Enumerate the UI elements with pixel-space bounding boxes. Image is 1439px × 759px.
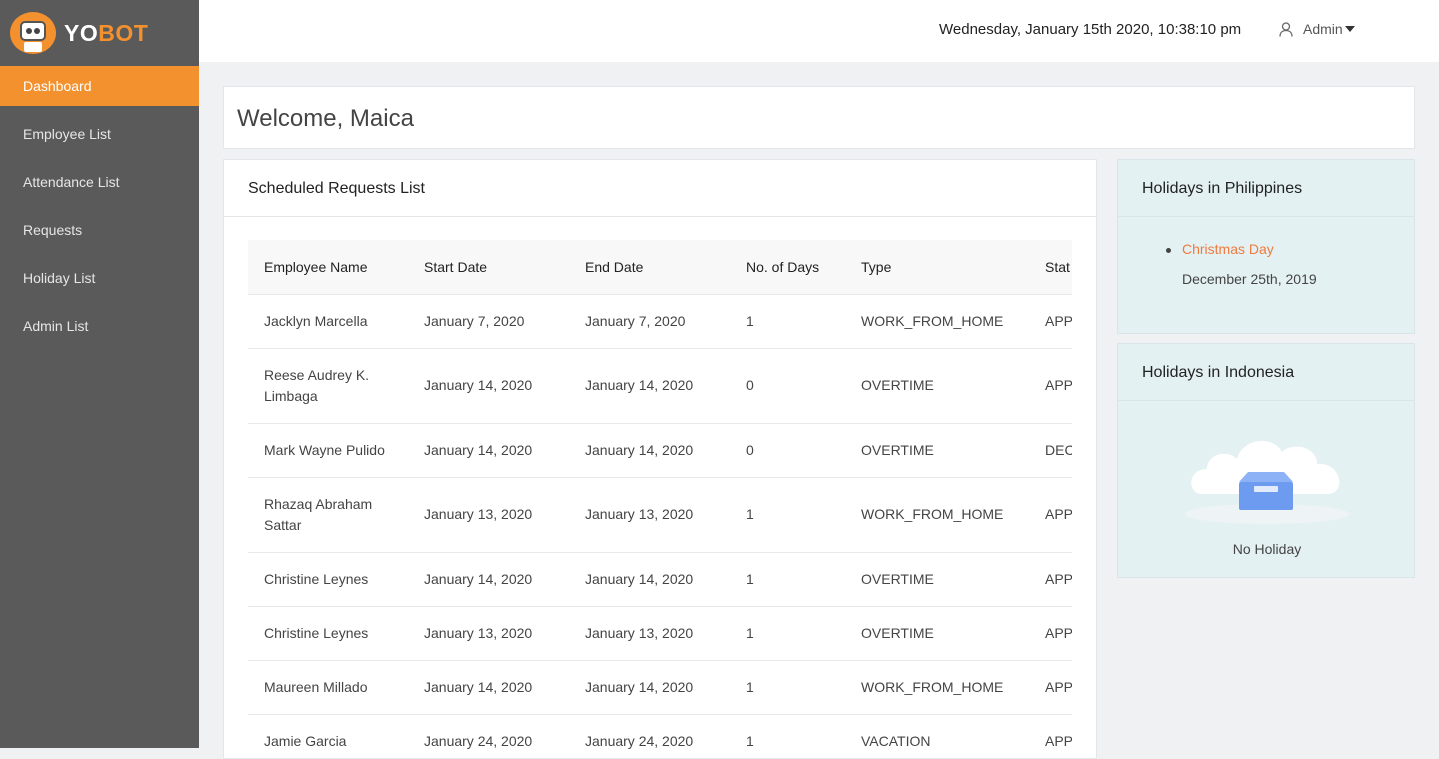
cell-no-of-days: 1 <box>730 294 845 349</box>
sidebar-item-attendance-list[interactable]: Attendance List <box>0 162 199 202</box>
column-header-type[interactable]: Type <box>845 240 1029 295</box>
cell-start-date: January 24, 2020 <box>408 714 569 758</box>
cell-type: OVERTIME <box>845 348 1029 424</box>
welcome-banner: Welcome, Maica <box>223 86 1415 149</box>
sidebar: YOBOT Dashboard Employee List Attendance… <box>0 0 199 748</box>
cell-status: DEC <box>1029 423 1072 478</box>
scheduled-requests-card: Scheduled Requests List Employee Name St… <box>223 159 1097 759</box>
cell-status: APP <box>1029 606 1072 661</box>
brand-name-part-1: YO <box>64 19 99 46</box>
column-header-start-date[interactable]: Start Date <box>408 240 569 295</box>
column-header-end-date[interactable]: End Date <box>569 240 730 295</box>
holidays-indonesia-title: Holidays in Indonesia <box>1118 344 1414 401</box>
sidebar-item-employee-list[interactable]: Employee List <box>0 114 199 154</box>
user-menu[interactable]: Admin <box>1279 21 1355 37</box>
table-row[interactable]: Reese Audrey K. Limbaga January 14, 2020 J… <box>248 348 1072 424</box>
table-row[interactable]: Jamie Garcia January 24, 2020 January 24, … <box>248 714 1072 758</box>
cell-end-date: January 14, 2020 <box>569 348 730 424</box>
sidebar-item-holiday-list[interactable]: Holiday List <box>0 258 199 298</box>
cell-start-date: January 13, 2020 <box>408 477 569 553</box>
cell-type: OVERTIME <box>845 423 1029 478</box>
cell-type: VACATION <box>845 714 1029 758</box>
table-row[interactable]: Rhazaq Abraham Sattar January 13, 2020 Jan… <box>248 477 1072 553</box>
holidays-indonesia-panel: Holidays in Indonesia No Holiday <box>1117 343 1415 578</box>
cell-type: OVERTIME <box>845 606 1029 661</box>
brand-name-part-2: BOT <box>98 19 149 46</box>
caret-down-icon <box>1344 26 1355 32</box>
robot-logo-icon <box>10 12 56 54</box>
cell-end-date: January 14, 2020 <box>569 423 730 478</box>
no-holiday-label: No Holiday <box>1232 541 1302 557</box>
cell-employee-name: Reese Audrey K. Limbaga <box>248 348 408 424</box>
sidebar-item-dashboard[interactable]: Dashboard <box>0 66 199 106</box>
cell-status: APP <box>1029 348 1072 424</box>
list-item: Christmas Day December 25th, 2019 <box>1166 241 1414 287</box>
cell-type: WORK_FROM_HOME <box>845 660 1029 715</box>
cell-end-date: January 24, 2020 <box>569 714 730 758</box>
column-header-no-of-days[interactable]: No. of Days <box>730 240 845 295</box>
table-row[interactable]: Mark Wayne Pulido January 14, 2020 January… <box>248 423 1072 478</box>
cell-status: APP <box>1029 552 1072 607</box>
cell-no-of-days: 0 <box>730 423 845 478</box>
cell-status: APP <box>1029 660 1072 715</box>
empty-box-icon <box>1185 440 1349 524</box>
table-row[interactable]: Maureen Millado January 14, 2020 January 1… <box>248 660 1072 715</box>
cell-start-date: January 14, 2020 <box>408 552 569 607</box>
requests-table-container[interactable]: Employee Name Start Date End Date No. of… <box>248 240 1072 758</box>
cell-start-date: January 7, 2020 <box>408 294 569 349</box>
cell-status: APP <box>1029 294 1072 349</box>
brand-logo[interactable]: YOBOT <box>0 0 199 66</box>
holidays-philippines-title: Holidays in Philippines <box>1118 160 1414 217</box>
column-header-status[interactable]: Stat <box>1029 240 1072 295</box>
cell-end-date: January 13, 2020 <box>569 477 730 553</box>
cell-end-date: January 14, 2020 <box>569 552 730 607</box>
cell-end-date: January 7, 2020 <box>569 294 730 349</box>
cell-no-of-days: 1 <box>730 714 845 758</box>
cell-start-date: January 14, 2020 <box>408 660 569 715</box>
cell-start-date: January 14, 2020 <box>408 423 569 478</box>
user-menu-label: Admin <box>1303 21 1343 37</box>
cell-start-date: January 13, 2020 <box>408 606 569 661</box>
cell-employee-name: Rhazaq Abraham Sattar <box>248 477 408 553</box>
scheduled-requests-title: Scheduled Requests List <box>224 160 1096 217</box>
table-row[interactable]: Jacklyn Marcella January 7, 2020 January 7… <box>248 294 1072 349</box>
cell-no-of-days: 1 <box>730 552 845 607</box>
holidays-philippines-list: Christmas Day December 25th, 2019 <box>1118 217 1414 287</box>
cell-type: WORK_FROM_HOME <box>845 294 1029 349</box>
holiday-date: December 25th, 2019 <box>1182 271 1317 287</box>
cell-employee-name: Maureen Millado <box>248 660 408 715</box>
cell-no-of-days: 1 <box>730 477 845 553</box>
sidebar-item-requests[interactable]: Requests <box>0 210 199 250</box>
cell-type: OVERTIME <box>845 552 1029 607</box>
current-datetime: Wednesday, January 15th 2020, 10:38:10 p… <box>939 21 1242 38</box>
holiday-name-link[interactable]: Christmas Day <box>1182 241 1414 257</box>
sidebar-nav: Dashboard Employee List Attendance List … <box>0 66 199 346</box>
cell-employee-name: Christine Leynes <box>248 552 408 607</box>
cell-end-date: January 13, 2020 <box>569 606 730 661</box>
top-bar: Wednesday, January 15th 2020, 10:38:10 p… <box>199 0 1439 62</box>
cell-status: APP <box>1029 477 1072 553</box>
cell-employee-name: Jacklyn Marcella <box>248 294 408 349</box>
sidebar-item-admin-list[interactable]: Admin List <box>0 306 199 346</box>
table-row[interactable]: Christine Leynes January 13, 2020 January … <box>248 606 1072 661</box>
cell-type: WORK_FROM_HOME <box>845 477 1029 553</box>
cell-end-date: January 14, 2020 <box>569 660 730 715</box>
cell-employee-name: Jamie Garcia <box>248 714 408 758</box>
cell-no-of-days: 1 <box>730 660 845 715</box>
requests-table: Employee Name Start Date End Date No. of… <box>248 240 1072 758</box>
cell-no-of-days: 0 <box>730 348 845 424</box>
cell-employee-name: Mark Wayne Pulido <box>248 423 408 478</box>
column-header-employee-name[interactable]: Employee Name <box>248 240 408 295</box>
table-row[interactable]: Christine Leynes January 14, 2020 January … <box>248 552 1072 607</box>
cell-status: APP <box>1029 714 1072 758</box>
user-icon <box>1279 21 1293 37</box>
welcome-title: Welcome, Maica <box>237 105 414 132</box>
cell-employee-name: Christine Leynes <box>248 606 408 661</box>
cell-start-date: January 14, 2020 <box>408 348 569 424</box>
empty-state: No Holiday <box>1118 424 1416 557</box>
cell-no-of-days: 1 <box>730 606 845 661</box>
holidays-philippines-panel: Holidays in Philippines Christmas Day De… <box>1117 159 1415 334</box>
brand-name: YOBOT <box>64 20 148 47</box>
table-header-row: Employee Name Start Date End Date No. of… <box>248 240 1072 295</box>
